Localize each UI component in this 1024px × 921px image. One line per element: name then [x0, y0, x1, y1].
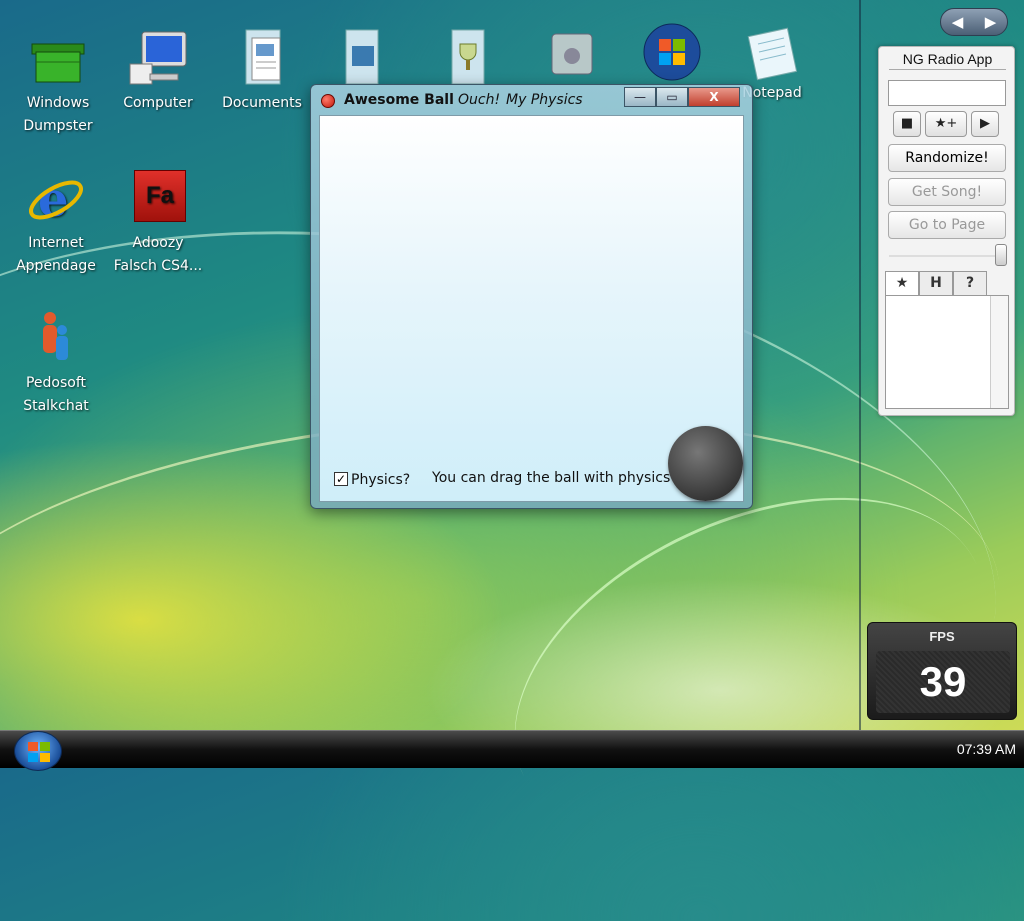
minimize-button[interactable]: —: [624, 87, 656, 107]
maximize-button[interactable]: ▭: [656, 87, 688, 107]
sidebar-nav: ◀ ▶: [940, 8, 1008, 36]
windows-logo-icon: [642, 22, 702, 82]
randomize-button[interactable]: Randomize!: [888, 144, 1006, 172]
desktop-icon-computer[interactable]: Computer: [108, 28, 208, 115]
physics-checkbox-label: Physics?: [351, 472, 411, 488]
dumpster-icon: [28, 28, 88, 88]
computer-icon: [128, 28, 188, 88]
fps-label: FPS: [929, 629, 955, 644]
tab-favorites[interactable]: ★: [885, 271, 919, 295]
desktop-icon-media[interactable]: [622, 22, 722, 86]
start-button[interactable]: [14, 731, 62, 771]
taskbar: 07:39 AM: [0, 730, 1024, 771]
desktop-icon-label: Pedosoft: [25, 375, 87, 391]
notepad-icon: [742, 22, 802, 82]
physics-checkbox[interactable]: ✓: [334, 472, 348, 486]
radio-search-field[interactable]: [888, 80, 1006, 106]
add-favorite-button[interactable]: ★+: [925, 111, 967, 137]
radio-list-scrollbar[interactable]: [990, 296, 1008, 408]
desktop-icon-label: Windows: [26, 95, 90, 111]
fps-gadget: FPS 39: [867, 622, 1017, 720]
app-icon: [321, 94, 335, 108]
sidebar-divider: [859, 0, 861, 730]
desktop-icon-label: Adoozy: [132, 235, 184, 251]
physics-ball[interactable]: [668, 426, 743, 501]
flash-icon: Fa: [128, 168, 188, 228]
drag-hint-text: You can drag the ball with physics: [432, 470, 671, 486]
desktop-icon-documents[interactable]: Documents: [212, 28, 312, 115]
tab-history[interactable]: H: [919, 271, 953, 295]
desktop-icon-label: Appendage: [16, 258, 96, 274]
taskbar-clock[interactable]: 07:39 AM: [957, 741, 1016, 757]
pictures-icon: [328, 28, 388, 88]
desktop-icon-label: Computer: [123, 95, 193, 111]
desktop-icon-pedosoft-stalkchat[interactable]: Pedosoft Stalkchat: [6, 308, 106, 418]
desktop-icon-control[interactable]: [522, 28, 622, 92]
desktop-icon-label: Documents: [222, 95, 302, 111]
flash-badge: Fa: [134, 170, 186, 222]
fps-value: 39: [876, 651, 1010, 713]
ie-icon: e: [26, 168, 86, 228]
radio-list[interactable]: [885, 295, 1009, 409]
sidebar-prev-button[interactable]: ◀: [941, 9, 974, 35]
window-subtitle-ouch: Ouch!: [458, 92, 501, 108]
volume-slider[interactable]: [889, 255, 1005, 257]
control-panel-icon: [542, 28, 602, 88]
get-song-button[interactable]: Get Song!: [888, 178, 1006, 206]
desktop-icon-internet-appendage[interactable]: e Internet Appendage: [6, 168, 106, 278]
awesome-ball-window: Awesome Ball Ouch! My Physics — ▭ X ✓ Ph…: [310, 84, 753, 509]
stop-button[interactable]: ■: [893, 111, 921, 137]
volume-slider-knob[interactable]: [995, 244, 1007, 266]
close-button[interactable]: X: [688, 87, 740, 107]
messenger-icon: [26, 308, 86, 368]
desktop-icon-adoozy-falsch[interactable]: Fa Adoozy Falsch CS4...: [108, 168, 208, 278]
radio-gadget: NG Radio App ■ ★+ ▶ Randomize! Get Song!…: [878, 46, 1015, 416]
desktop-icon-hidden[interactable]: [308, 28, 408, 92]
window-titlebar[interactable]: Awesome Ball Ouch! My Physics — ▭ X: [311, 85, 752, 115]
sidebar-next-button[interactable]: ▶: [974, 9, 1007, 35]
tab-help[interactable]: ?: [953, 271, 987, 295]
desktop-icon-label: Stalkchat: [23, 398, 89, 414]
desktop-icon-games[interactable]: [416, 28, 516, 92]
window-controls: — ▭ X: [624, 87, 740, 107]
desktop-icon-label: Internet: [28, 235, 84, 251]
desktop-icon-windows-dumpster[interactable]: Windows Dumpster: [8, 28, 108, 138]
desktop-icon-label: Falsch CS4...: [113, 258, 203, 274]
radio-title: NG Radio App: [889, 51, 1006, 70]
documents-icon: [232, 28, 292, 88]
desktop-icon-label: Dumpster: [23, 118, 93, 134]
window-title: Awesome Ball: [344, 92, 454, 108]
go-to-page-button[interactable]: Go to Page: [888, 211, 1006, 239]
play-button[interactable]: ▶: [971, 111, 999, 137]
windows-logo-icon: [28, 742, 50, 762]
window-client-area[interactable]: ✓ Physics? You can drag the ball with ph…: [319, 115, 744, 502]
svg-text:e: e: [38, 172, 69, 228]
games-icon: [436, 28, 496, 88]
window-subtitle-physics: My Physics: [506, 92, 583, 108]
